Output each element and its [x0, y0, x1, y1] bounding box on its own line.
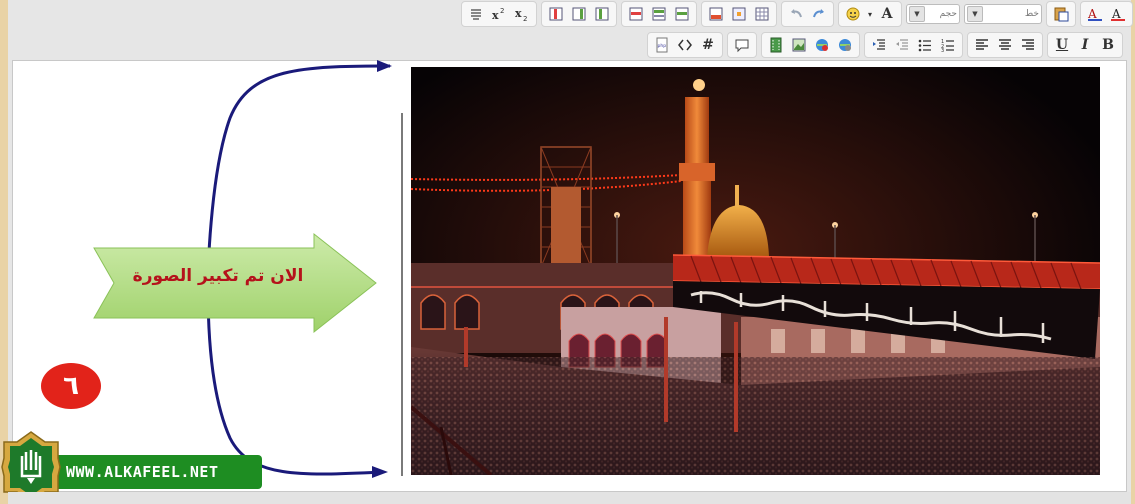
insert-row-icon[interactable]	[671, 4, 693, 24]
toolbar-row-1: A A ▼ خط ▼ حجم A ▾ x2 x2	[461, 0, 1133, 28]
table-icon[interactable]	[751, 4, 773, 24]
align-right-icon[interactable]	[1017, 35, 1039, 55]
comment-icon[interactable]	[731, 35, 753, 55]
source-code-icon[interactable]	[674, 35, 696, 55]
strikethrough-icon[interactable]	[465, 4, 487, 24]
toolbar-group-code: # php	[647, 32, 723, 58]
font-combo[interactable]: ▼ خط	[964, 4, 1042, 24]
svg-text:2: 2	[500, 7, 504, 15]
toolbar-group-paste	[1046, 1, 1076, 27]
shrine-night-photo	[411, 67, 1100, 475]
insert-col-left-icon[interactable]	[591, 4, 613, 24]
toolbar-group-align	[967, 32, 1043, 58]
svg-text:A: A	[1111, 7, 1121, 21]
svg-text:A: A	[1087, 7, 1097, 21]
arrow-head-top	[377, 60, 392, 72]
underline-button[interactable]: U	[1051, 35, 1073, 55]
indent-icon[interactable]	[868, 35, 890, 55]
svg-text:php: php	[658, 43, 667, 49]
toolbar-row-2: B I U 123 # php	[647, 31, 1123, 59]
align-center-icon[interactable]	[994, 35, 1016, 55]
bullet-list-icon[interactable]	[914, 35, 936, 55]
toolbar-group-font-size: A ▾	[838, 1, 902, 27]
toolbar-group-rows	[621, 1, 697, 27]
font-size-icon[interactable]: A	[876, 4, 898, 24]
step-badge: ٦	[63, 371, 79, 401]
font-combo-label: خط	[1024, 9, 1039, 19]
svg-text:3: 3	[941, 48, 944, 53]
unlink-icon[interactable]	[834, 35, 856, 55]
toolbar-group-lists: 123	[864, 32, 963, 58]
text-color-icon[interactable]: A	[1107, 4, 1129, 24]
table-cell-props-icon[interactable]	[728, 4, 750, 24]
bg-color-icon[interactable]: A	[1084, 4, 1106, 24]
outdent-icon[interactable]	[891, 35, 913, 55]
italic-button[interactable]: I	[1074, 35, 1096, 55]
size-combo[interactable]: ▼ حجم	[906, 4, 960, 24]
svg-text:x: x	[515, 7, 522, 20]
table-delete-icon[interactable]	[705, 4, 727, 24]
insert-col-right-icon[interactable]	[568, 4, 590, 24]
superscript-icon[interactable]: x2	[488, 4, 510, 24]
size-combo-label: حجم	[939, 9, 957, 19]
numbered-list-icon[interactable]: 123	[937, 35, 959, 55]
redo-icon[interactable]	[808, 4, 830, 24]
toolbar-group-blocks	[727, 32, 757, 58]
font-size-dropdown-icon[interactable]: ▾	[865, 4, 875, 24]
svg-text:2: 2	[523, 15, 527, 22]
delete-row-icon[interactable]	[625, 4, 647, 24]
toolbar-group-text-color: A A	[1080, 1, 1133, 27]
annotation-label: الان تم تكبير الصورة	[132, 266, 304, 286]
toolbar-group-table	[701, 1, 777, 27]
toolbar-group-links	[761, 32, 860, 58]
delete-col-icon[interactable]	[545, 4, 567, 24]
php-file-icon[interactable]: php	[651, 35, 673, 55]
flash-icon[interactable]	[765, 35, 787, 55]
chevron-down-icon: ▼	[967, 6, 983, 22]
svg-text:x: x	[492, 9, 499, 22]
image-icon[interactable]	[788, 35, 810, 55]
undo-icon[interactable]	[785, 4, 807, 24]
insert-col-icon[interactable]	[648, 4, 670, 24]
smiley-icon[interactable]	[842, 4, 864, 24]
watermark-url: WWW.ALKAFEEL.NET	[66, 463, 219, 481]
bold-button[interactable]: B	[1097, 35, 1119, 55]
toolbar-group-script: x2 x2	[461, 1, 537, 27]
toolbar-group-cols	[541, 1, 617, 27]
anchor-hash-icon[interactable]: #	[697, 35, 719, 55]
arrow-head-bottom	[372, 466, 388, 478]
toolbar-group-undo	[781, 1, 834, 27]
toolbar-group-basic-styles: B I U	[1047, 32, 1123, 58]
editor-status-bar	[8, 492, 1131, 504]
paste-word-icon[interactable]	[1050, 4, 1072, 24]
link-icon[interactable]	[811, 35, 833, 55]
subscript-icon[interactable]: x2	[511, 4, 533, 24]
inserted-image[interactable]	[411, 67, 1100, 475]
chevron-down-icon: ▼	[909, 6, 925, 22]
align-left-icon[interactable]	[971, 35, 993, 55]
